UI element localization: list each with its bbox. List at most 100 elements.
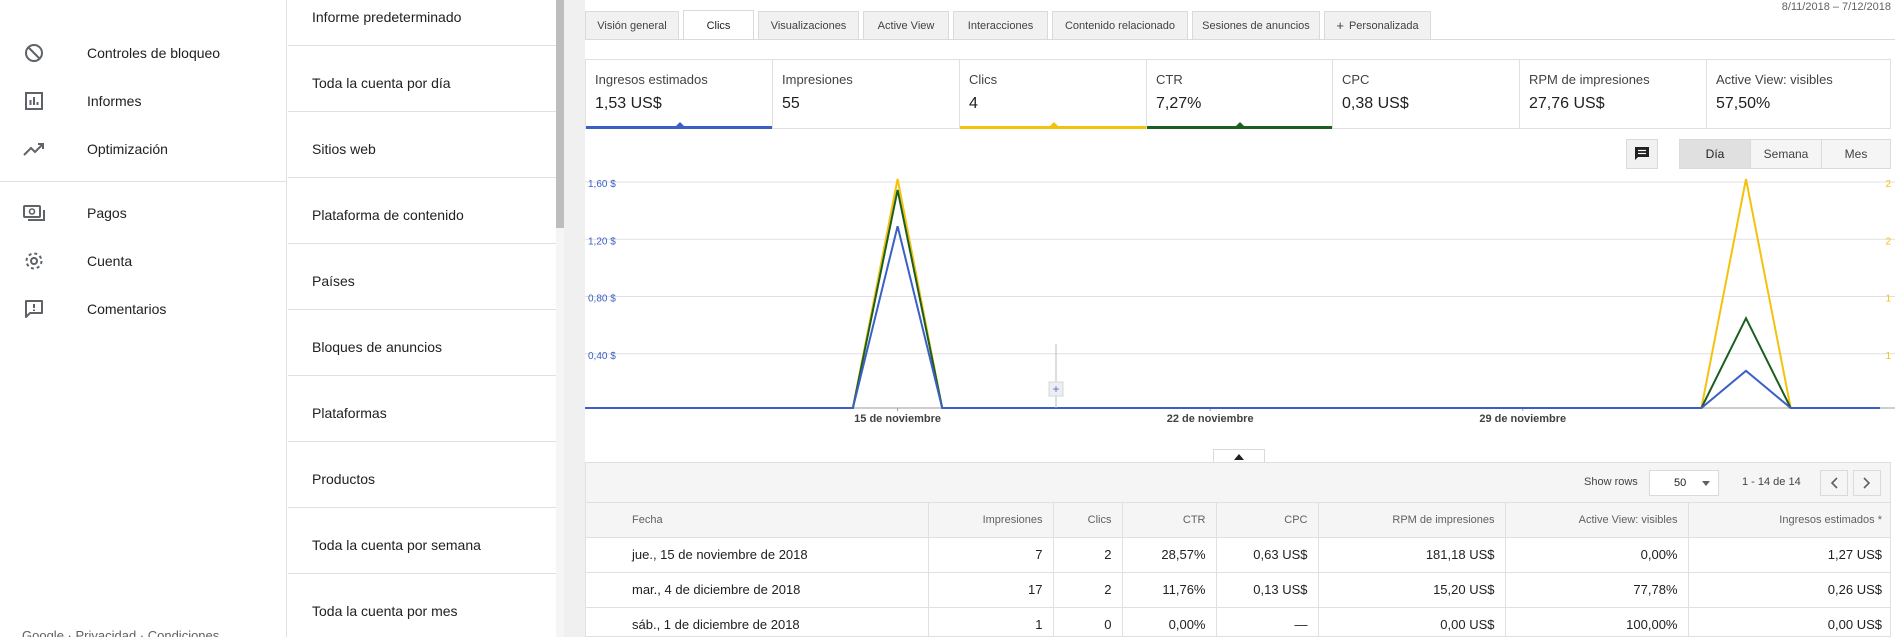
cell-active-view: 100,00% [1505,607,1689,636]
series-line-clics[interactable] [585,178,1880,409]
report-item-countries[interactable]: Países [288,252,556,310]
scrollbar-thumb[interactable] [556,0,564,228]
column-header-cpc[interactable]: CPC [1216,503,1319,538]
rows-per-page-select[interactable]: 50 [1649,470,1719,496]
report-list-scrollbar[interactable] [556,0,564,637]
metric-name: CTR [1156,72,1183,87]
tab-ad-sessions[interactable]: Sesiones de anuncios [1192,11,1320,39]
gear-icon [22,249,46,273]
metric-value: 7,27% [1156,95,1202,112]
report-item-default[interactable]: Informe predeterminado [288,0,556,46]
metric-card-active-view[interactable]: Active View: visibles 57,50% [1707,60,1891,128]
cell-clicks: 2 [1053,572,1123,608]
metric-card-rpm[interactable]: RPM de impresiones 27,76 US$ [1520,60,1707,128]
table-row: mar., 4 de diciembre de 2018 17 2 11,76%… [586,572,1890,608]
tab-label: Personalizada [1348,19,1419,32]
table-header-row: Fecha Impresiones Clics CTR CPC RPM de i… [586,503,1890,538]
nav-item-label: Comentarios [87,301,167,317]
next-page-button[interactable] [1853,470,1881,496]
nav-item-optimization[interactable]: Optimización [0,127,287,171]
cell-cpc: 0,13 US$ [1216,572,1319,608]
report-item-platforms[interactable]: Plataformas [288,384,556,442]
report-item-account-by-day[interactable]: Toda la cuenta por día [288,54,556,112]
x-tick-label: 15 de noviembre [854,413,941,425]
cell-earnings: 1,27 US$ [1688,537,1890,573]
cell-date: mar., 4 de diciembre de 2018 [586,572,929,608]
nav-item-account[interactable]: Cuenta [0,239,287,283]
report-item-sites[interactable]: Sitios web [288,120,556,178]
tab-views[interactable]: Visualizaciones [758,11,859,39]
period-week-button[interactable]: Semana [1750,139,1822,169]
tab-related-content[interactable]: Contenido relacionado [1052,11,1188,39]
chart-series [585,178,1880,409]
column-header-clicks[interactable]: Clics [1053,503,1123,538]
pagination-range: 1 - 14 de 14 [1742,476,1801,488]
collapse-chart-toggle[interactable] [1213,449,1265,463]
column-header-rpm[interactable]: RPM de impresiones [1318,503,1506,538]
nav-item-label: Informes [87,93,142,109]
footer-links[interactable]: Google · Privacidad · Condiciones [22,628,219,637]
cell-ctr: 11,76% [1122,572,1217,608]
cell-date: sáb., 1 de diciembre de 2018 [586,607,929,636]
panel-divider [564,0,585,637]
cell-impressions: 17 [928,572,1054,608]
annotation-button[interactable] [1626,139,1658,169]
metric-name: CPC [1342,72,1370,87]
series-line-ingresos-estimados[interactable] [585,225,1880,409]
date-range[interactable]: 8/11/2018 – 7/12/2018 [1782,1,1891,13]
nav-item-feedback[interactable]: Comentarios [0,287,287,331]
report-item-account-by-week[interactable]: Toda la cuenta por semana [288,516,556,574]
nav-item-label: Controles de bloqueo [87,45,221,61]
bar-chart-icon [22,89,46,113]
cell-cpc: 0,63 US$ [1216,537,1319,573]
tab-clicks[interactable]: Clics [683,10,754,40]
column-header-active-view[interactable]: Active View: visibles [1505,503,1689,538]
metric-name: Impresiones [782,72,853,87]
metric-card-clicks[interactable]: Clics 4 [960,60,1147,129]
metric-name: Ingresos estimados [595,72,708,87]
column-header-earnings[interactable]: Ingresos estimados * [1688,503,1890,538]
nav-item-block-controls[interactable]: Controles de bloqueo [0,31,287,75]
y-left-tick-label: 0,40 $ [588,351,616,362]
tab-overview[interactable]: Visión general [585,11,679,39]
cell-ctr: 0,00% [1122,607,1217,636]
report-item-ad-units[interactable]: Bloques de anuncios [288,318,556,376]
cell-earnings: 0,26 US$ [1688,572,1890,608]
cell-impressions: 1 [928,607,1054,636]
performance-chart[interactable]: 0,40 $ 1 0,80 $ 1 1,20 $ 2 1,60 $ 2 15 de noviem… [585,176,1895,434]
report-item-products[interactable]: Productos [288,450,556,508]
nav-item-label: Pagos [87,205,127,221]
tab-active-view[interactable]: Active View [863,11,949,39]
metric-card-estimated-earnings[interactable]: Ingresos estimados 1,53 US$ [586,60,773,129]
metric-name: Clics [969,72,998,87]
nav-item-reports[interactable]: Informes [0,79,287,123]
period-month-button[interactable]: Mes [1821,139,1891,169]
feedback-icon [22,297,46,321]
tab-custom[interactable]: + Personalizada [1324,11,1431,39]
metric-card-ctr[interactable]: CTR 7,27% [1147,60,1333,129]
y-right-tick-label: 2 [1885,179,1891,190]
metric-value: 4 [969,95,978,112]
metric-value: 57,50% [1716,95,1771,112]
column-header-date[interactable]: Fecha [586,503,929,538]
nav-item-payments[interactable]: Pagos [0,191,287,235]
y-left-tick-label: 0,80 $ [588,294,616,305]
cell-clicks: 2 [1053,537,1123,573]
metric-card-impressions[interactable]: Impresiones 55 [773,60,960,128]
column-header-ctr[interactable]: CTR [1122,503,1217,538]
y-right-tick-label: 2 [1885,236,1891,247]
metric-value: 55 [782,95,800,112]
metric-card-cpc[interactable]: CPC 0,38 US$ [1333,60,1520,128]
column-header-impressions[interactable]: Impresiones [928,503,1054,538]
nav-item-label: Cuenta [87,253,133,269]
y-right-tick-label: 1 [1885,351,1891,362]
series-line-ctr[interactable] [585,189,1880,409]
report-main-panel: 8/11/2018 – 7/12/2018 Visión general Cli… [585,0,1895,637]
report-item-account-by-month[interactable]: Toda la cuenta por mes [288,582,556,637]
prev-page-button[interactable] [1820,470,1848,496]
report-item-content-platform[interactable]: Plataforma de contenido [288,186,556,244]
data-table: Fecha Impresiones Clics CTR CPC RPM de i… [586,503,1890,636]
metric-value: 27,76 US$ [1529,95,1605,112]
tab-interactions[interactable]: Interacciones [953,11,1048,39]
period-day-button[interactable]: Día [1679,139,1751,169]
